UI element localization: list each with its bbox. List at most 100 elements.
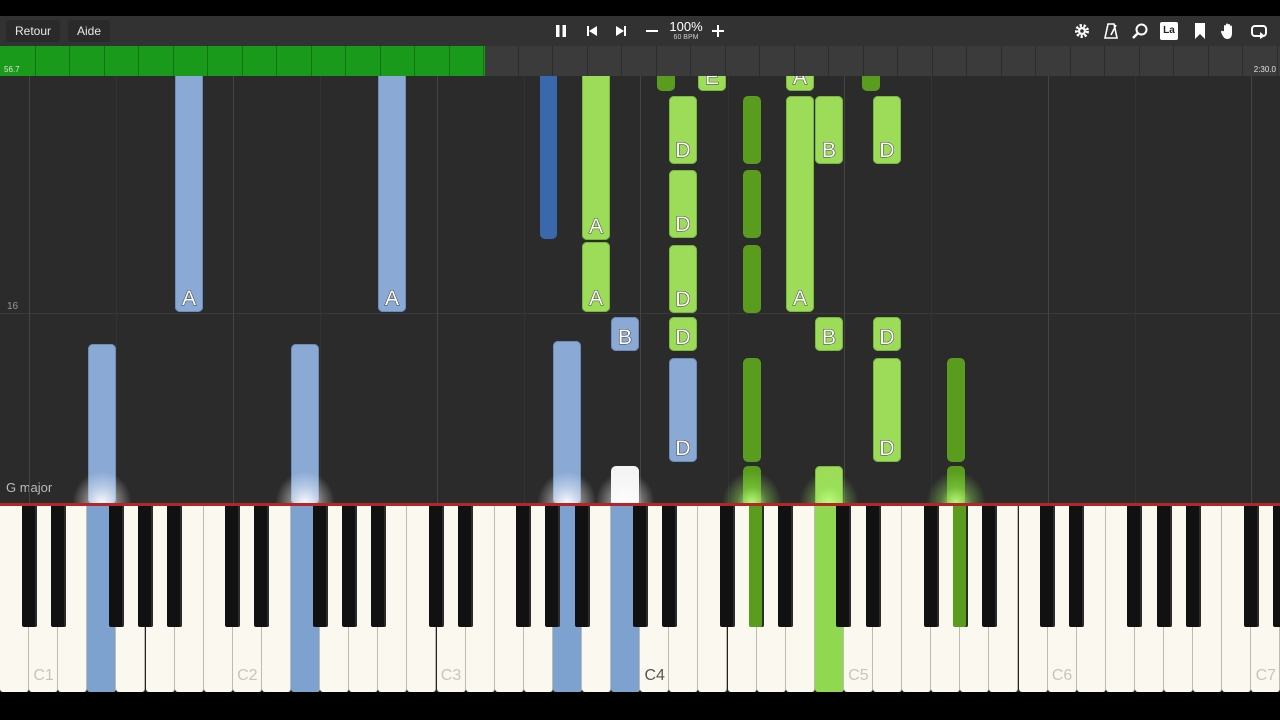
note-letter: D	[675, 213, 691, 236]
pause-icon[interactable]	[550, 20, 572, 42]
black-key[interactable]	[312, 506, 328, 627]
falling-note	[540, 76, 557, 239]
progress-tick	[828, 46, 829, 76]
help-button[interactable]: Aide	[68, 20, 111, 42]
black-key[interactable]	[1185, 506, 1201, 627]
black-key[interactable]	[749, 506, 765, 627]
loop-icon[interactable]	[1248, 20, 1270, 42]
back-button[interactable]: Retour	[6, 20, 61, 42]
progress-tick	[172, 46, 174, 76]
progress-fill	[0, 46, 486, 76]
progress-tick	[517, 46, 519, 76]
note-letter: B	[821, 326, 836, 349]
synthesia-window: Retour Aide La 100% 60 BPM 56.7 2:30.0 1…	[0, 0, 1280, 720]
speed-bpm: 60 BPM	[673, 34, 699, 41]
note-letter: A	[588, 215, 603, 238]
black-key[interactable]	[574, 506, 590, 627]
progress-tick	[1138, 46, 1140, 76]
black-key[interactable]	[836, 506, 852, 627]
hit-glow	[926, 471, 986, 503]
black-key[interactable]	[341, 506, 357, 627]
black-key[interactable]	[632, 506, 648, 627]
black-key[interactable]	[661, 506, 677, 627]
falling-note: D	[873, 317, 901, 351]
black-key[interactable]	[1127, 506, 1143, 627]
falling-note: B	[611, 317, 639, 351]
black-key[interactable]	[981, 506, 997, 627]
note-label-text: La	[1160, 22, 1178, 40]
speed-readout: 100% 60 BPM	[666, 20, 706, 42]
black-key[interactable]	[225, 506, 241, 627]
note-label-icon[interactable]: La	[1158, 20, 1180, 42]
black-key[interactable]	[1272, 506, 1280, 627]
plus-icon[interactable]	[707, 20, 729, 42]
search-icon[interactable]	[1129, 20, 1151, 42]
speed-percent: 100%	[669, 19, 703, 34]
note-letter: A	[384, 287, 399, 310]
note-letter: A	[181, 287, 196, 310]
bottom-bar	[0, 692, 1280, 720]
key-grid-line	[640, 76, 642, 503]
black-key[interactable]	[865, 506, 881, 627]
black-key[interactable]	[1069, 506, 1085, 627]
black-key[interactable]	[952, 506, 968, 627]
black-key[interactable]	[429, 506, 444, 627]
toolbar: Retour Aide La 100% 60 BPM	[0, 16, 1280, 46]
current-time: 56.7	[4, 65, 20, 74]
black-key[interactable]	[1156, 506, 1172, 627]
bookmark-icon[interactable]	[1189, 20, 1211, 42]
black-key[interactable]	[458, 506, 474, 627]
progress-tick	[931, 46, 933, 76]
falling-note: B	[815, 317, 843, 351]
falling-note: D	[873, 96, 901, 164]
black-key[interactable]	[108, 506, 124, 627]
gear-icon[interactable]	[1071, 20, 1093, 42]
black-key[interactable]	[923, 506, 939, 627]
progress-tick	[1069, 46, 1071, 76]
progress-tick	[552, 46, 553, 76]
black-key[interactable]	[720, 506, 735, 627]
note-letter: A	[792, 287, 807, 310]
falling-note: D	[669, 317, 697, 351]
octave-label: C2	[237, 667, 258, 684]
falling-note: D	[669, 245, 697, 313]
black-key[interactable]	[254, 506, 270, 627]
progress-tick	[1173, 46, 1174, 76]
progress-tick	[1276, 46, 1278, 76]
key-grid-line	[232, 76, 234, 503]
black-key[interactable]	[370, 506, 386, 627]
skip-back-icon[interactable]	[581, 20, 603, 42]
metronome-icon[interactable]	[1100, 20, 1122, 42]
note-letter: D	[879, 326, 895, 349]
octave-label: C5	[848, 667, 869, 684]
falling-note: A	[786, 76, 814, 91]
black-key[interactable]	[21, 506, 37, 627]
progress-tick	[69, 46, 70, 76]
note-letter: A	[588, 287, 603, 310]
black-key[interactable]	[50, 506, 66, 627]
hit-glow	[537, 471, 597, 503]
black-key[interactable]	[778, 506, 794, 627]
falling-note	[947, 358, 965, 462]
note-letter: B	[617, 326, 632, 349]
piano-keyboard[interactable]: C1 C2 C3 C4 C5 C6 C7	[0, 506, 1280, 692]
song-progress-bar[interactable]	[0, 46, 1280, 76]
black-key[interactable]	[516, 506, 532, 627]
progress-tick	[1000, 46, 1002, 76]
hit-glow	[799, 471, 859, 503]
hit-glow	[722, 471, 782, 503]
measure-number: 16	[7, 301, 19, 312]
note-letter: D	[675, 288, 691, 311]
minus-icon[interactable]	[641, 20, 663, 42]
black-key[interactable]	[138, 506, 153, 627]
black-key[interactable]	[167, 506, 183, 627]
progress-tick	[414, 46, 415, 76]
skip-forward-icon[interactable]	[610, 20, 632, 42]
black-key[interactable]	[1040, 506, 1056, 627]
hit-glow	[595, 471, 655, 503]
black-key[interactable]	[545, 506, 561, 627]
key-grid-line	[116, 76, 118, 503]
black-key[interactable]	[1243, 506, 1259, 627]
hand-icon[interactable]	[1218, 20, 1240, 42]
falling-note: D	[669, 96, 697, 164]
